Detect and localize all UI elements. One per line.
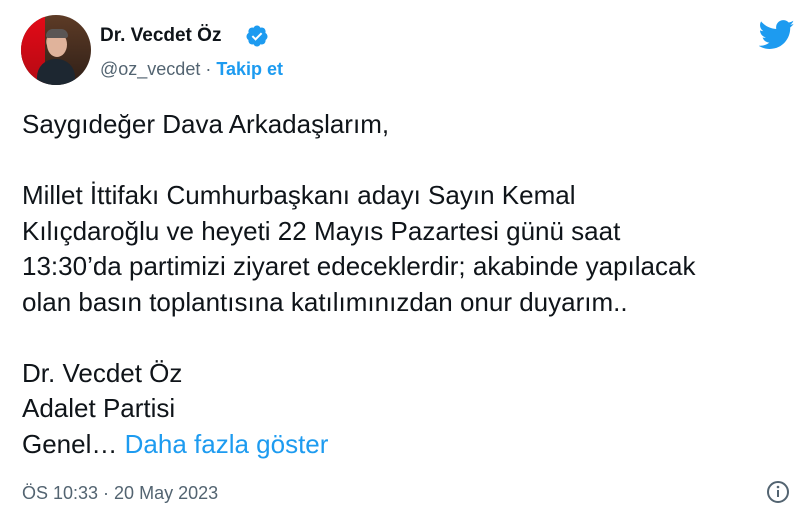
tweet-timestamp[interactable]: ÖS 10:33 · 20 May 2023 — [22, 481, 218, 505]
verified-badge-icon — [246, 25, 268, 47]
tweet-paragraph: Millet İttifakı Cumhurbaşkanı adayı Sayı… — [22, 180, 696, 317]
tweet-signature-party: Adalet Partisi — [22, 393, 176, 423]
handle-line: @oz_vecdet · Takip et — [100, 57, 283, 81]
author-name[interactable]: Dr. Vecdet Öz — [100, 24, 221, 48]
show-more-link[interactable]: Daha fazla göster — [125, 429, 329, 459]
tweet-text: Saygıdeğer Dava Arkadaşlarım, Millet İtt… — [22, 107, 802, 462]
author-handle[interactable]: @oz_vecdet — [100, 59, 200, 79]
tweet-greeting: Saygıdeğer Dava Arkadaşlarım, — [22, 109, 390, 139]
info-icon[interactable] — [766, 480, 790, 504]
twitter-bird-icon[interactable] — [759, 20, 795, 50]
tweet-signature-title: Genel… — [22, 428, 118, 459]
author-avatar[interactable] — [21, 15, 91, 85]
tweet-signature-name: Dr. Vecdet Öz — [22, 357, 183, 388]
separator: · — [205, 59, 212, 79]
follow-button[interactable]: Takip et — [216, 59, 283, 79]
